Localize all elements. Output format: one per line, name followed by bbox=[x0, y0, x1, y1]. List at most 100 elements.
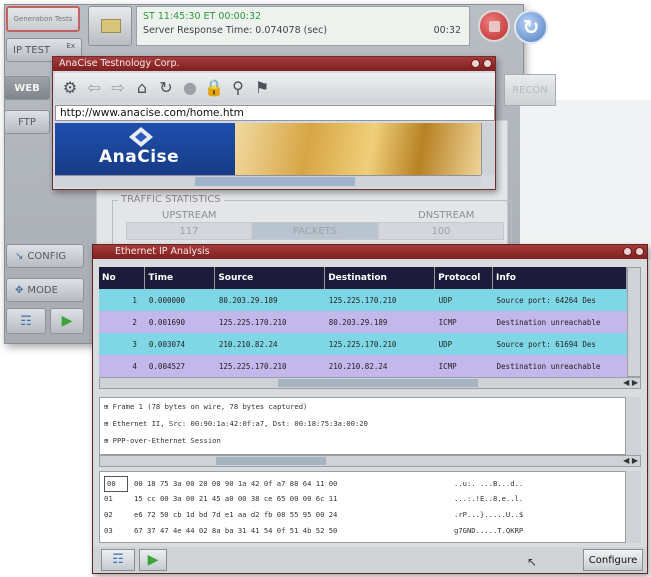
hex-offset: 01 bbox=[104, 494, 113, 503]
detail-tree-item[interactable]: ⊞ Frame 1 (78 bytes on wire, 78 bytes ca… bbox=[104, 402, 636, 419]
config-icon: ↘ bbox=[15, 250, 24, 262]
cell-no: 3 bbox=[99, 333, 145, 355]
cell-protocol: ICMP bbox=[434, 311, 493, 333]
configure-button[interactable]: Configure bbox=[583, 549, 643, 571]
packets-unit-label: PACKETS bbox=[252, 222, 378, 240]
column-header-destination[interactable]: Destination bbox=[324, 267, 436, 289]
recon-button[interactable]: RECON bbox=[504, 74, 556, 106]
anacise-logo-icon bbox=[129, 127, 153, 147]
lock-icon[interactable]: 🔒 bbox=[203, 77, 225, 99]
column-header-time[interactable]: Time bbox=[144, 267, 216, 289]
hex-row[interactable]: 02 e6 72 50 cb 1d bd 7d e1 aa d2 fb 08 55… bbox=[104, 508, 523, 522]
column-header-no[interactable]: No bbox=[99, 267, 146, 289]
browser-horizontal-scrollbar[interactable] bbox=[55, 175, 481, 187]
minimize-icon[interactable] bbox=[623, 247, 632, 256]
stop-icon bbox=[489, 21, 500, 32]
scrollbar-thumb[interactable] bbox=[195, 177, 355, 186]
folder-button[interactable] bbox=[88, 6, 132, 46]
search-icon[interactable]: ⚲ bbox=[227, 77, 249, 99]
stop-load-icon[interactable]: ● bbox=[179, 77, 201, 99]
scroll-arrows-icon[interactable]: ◀ ▶ bbox=[623, 456, 638, 465]
cell-no: 2 bbox=[99, 311, 145, 333]
table-row[interactable]: 3 0.003074 210.210.82.24 125.225.170.210… bbox=[99, 333, 627, 355]
anacise-logo-text: AnaCise bbox=[99, 147, 180, 167]
bookmarks-icon[interactable]: ⚑ bbox=[251, 77, 273, 99]
column-header-protocol[interactable]: Protocol bbox=[434, 267, 494, 289]
hex-ascii: ...:.!E..8.e..l. bbox=[454, 494, 524, 503]
dnstream-label: DNSTREAM bbox=[418, 210, 475, 221]
config-button[interactable]: ↘ CONFIG bbox=[6, 244, 84, 268]
packet-list-horizontal-scrollbar[interactable]: ◀ ▶ bbox=[99, 377, 641, 389]
mode-button[interactable]: ✥ MODE bbox=[6, 278, 84, 302]
url-address-field[interactable]: http://www.anacise.com/home.htm bbox=[55, 105, 495, 121]
scrollbar-thumb[interactable] bbox=[278, 379, 478, 387]
network-button[interactable]: ☶ bbox=[6, 308, 46, 334]
refresh-button[interactable]: ↻ bbox=[514, 10, 548, 44]
packet-list-vertical-scrollbar[interactable] bbox=[627, 267, 641, 377]
detail-tree-item[interactable]: ⊞ PPP-over-Ethernet Session bbox=[104, 436, 636, 453]
config-label: CONFIG bbox=[27, 250, 67, 262]
stop-button[interactable] bbox=[478, 10, 510, 42]
hex-row[interactable]: 01 15 cc 00 3a 00 21 45 a0 00 38 ce 65 00… bbox=[104, 492, 523, 506]
hex-row[interactable]: 00 00 18 75 3a 00 20 00 90 1a 42 0f a7 88… bbox=[104, 476, 523, 492]
browser-window: AnaCise Testnology Corp. ⚙ ⇦ ⇨ ⌂ ↻ ● 🔒 ⚲… bbox=[52, 56, 496, 190]
folder-icon bbox=[101, 19, 121, 33]
ip-test-label: IP TEST bbox=[13, 44, 51, 56]
analysis-bottom-bar bbox=[93, 547, 647, 573]
column-header-info[interactable]: Info bbox=[492, 267, 627, 289]
cell-protocol: UDP bbox=[434, 289, 493, 311]
cell-time: 0.001690 bbox=[144, 311, 215, 333]
back-arrow-icon[interactable]: ⇦ bbox=[83, 77, 105, 99]
network-icon: ☶ bbox=[112, 552, 124, 567]
scroll-arrows-icon[interactable]: ◀ ▶ bbox=[623, 378, 638, 387]
cell-source: 125.225.170.210 bbox=[214, 355, 325, 377]
network-icon: ☶ bbox=[20, 313, 32, 329]
detail-tree-item[interactable]: ⊞ Ethernet II, Src: 00:90:1a:42:0f:a7, D… bbox=[104, 419, 636, 436]
hex-offset: 03 bbox=[104, 526, 113, 535]
ethernet-title: Ethernet IP Analysis bbox=[115, 246, 210, 257]
status-display: ST 11:45:30 ET 00:00:32 Server Response … bbox=[136, 6, 470, 46]
close-icon[interactable] bbox=[483, 59, 492, 68]
cell-info: Source port: 61694 Des bbox=[492, 333, 627, 355]
column-header-source[interactable]: Source bbox=[214, 267, 326, 289]
hex-row[interactable]: 03 67 37 47 4e 44 02 8a ba 31 41 54 0f 51… bbox=[104, 524, 523, 538]
generation-tests-logo-button[interactable]: Generation Tests bbox=[6, 6, 80, 32]
traffic-statistics-title: TRAFFIC STATISTICS bbox=[118, 194, 224, 205]
scrollbar-thumb[interactable] bbox=[216, 457, 326, 465]
details-horizontal-scrollbar[interactable]: ◀ ▶ bbox=[99, 455, 641, 467]
play-button[interactable]: ▶ bbox=[139, 549, 167, 571]
table-row[interactable]: 2 0.001690 125.225.170.210 80.203.29.189… bbox=[99, 311, 627, 333]
refresh-icon: ↻ bbox=[522, 15, 540, 39]
elapsed-timer: 00:32 bbox=[433, 25, 461, 36]
mouse-cursor-icon: ↖ bbox=[527, 555, 538, 569]
table-row[interactable]: 1 0.000000 80.203.29.189 125.225.170.210… bbox=[99, 289, 627, 311]
cell-time: 0.003074 bbox=[144, 333, 215, 355]
cell-destination: 80.203.29.189 bbox=[324, 311, 435, 333]
web-button[interactable]: WEB bbox=[4, 76, 50, 100]
cell-info: Destination unreachable bbox=[492, 311, 627, 333]
cell-no: 1 bbox=[99, 289, 145, 311]
play-button[interactable]: ▶ bbox=[50, 308, 84, 334]
mode-label: MODE bbox=[27, 284, 58, 296]
minimize-icon[interactable] bbox=[471, 59, 480, 68]
status-time-line: ST 11:45:30 ET 00:00:32 bbox=[143, 11, 262, 22]
cell-source: 210.210.82.24 bbox=[214, 333, 325, 355]
home-icon[interactable]: ⌂ bbox=[131, 77, 153, 99]
browser-vertical-scrollbar[interactable] bbox=[481, 123, 495, 175]
hex-ascii: g7GND.....T.QKRP bbox=[454, 526, 524, 535]
ethernet-title-bar[interactable]: Ethernet IP Analysis bbox=[93, 245, 647, 259]
hex-vertical-scrollbar[interactable] bbox=[625, 471, 641, 543]
network-button[interactable]: ☶ bbox=[101, 549, 135, 571]
settings-icon[interactable]: ⚙ bbox=[59, 77, 81, 99]
table-row[interactable]: 4 0.004527 125.225.170.210 210.210.82.24… bbox=[99, 355, 627, 377]
cell-no: 4 bbox=[99, 355, 145, 377]
packet-details-pane: ⊞ Frame 1 (78 bytes on wire, 78 bytes ca… bbox=[99, 397, 641, 455]
details-vertical-scrollbar[interactable] bbox=[625, 397, 641, 455]
browser-title-bar[interactable]: AnaCise Testnology Corp. bbox=[53, 57, 495, 71]
ftp-button[interactable]: FTP bbox=[4, 110, 50, 134]
forward-arrow-icon[interactable]: ⇨ bbox=[107, 77, 129, 99]
dnstream-value: 100 bbox=[378, 222, 504, 240]
reload-icon[interactable]: ↻ bbox=[155, 77, 177, 99]
close-icon[interactable] bbox=[635, 247, 644, 256]
packet-list-table: No Time Source Destination Protocol Info… bbox=[99, 267, 627, 377]
